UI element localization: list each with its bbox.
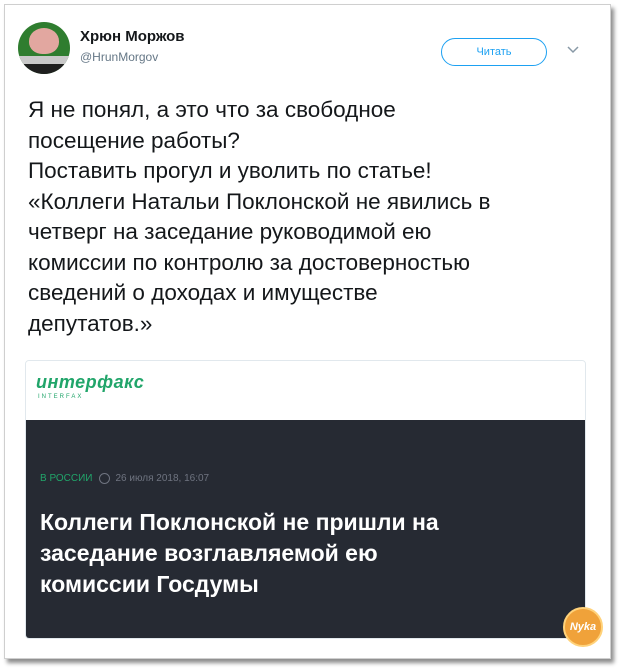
follow-button[interactable]: Читать (441, 38, 547, 66)
avatar-body (24, 64, 64, 74)
tweet-text-line: четверг на заседание руководимой ею (28, 219, 432, 244)
avatar-pig-head (29, 28, 59, 54)
card-headline-line: комиссии Госдумы (40, 571, 259, 597)
card-category: В РОССИИ (40, 473, 93, 484)
author-handle[interactable]: @HrunMorgov (80, 50, 158, 64)
author-name[interactable]: Хрюн Моржов (80, 28, 184, 45)
card-headline-line: заседание возглавляемой ею (40, 540, 378, 566)
watermark-logo: Nyka (563, 607, 603, 647)
card-logo-area: интерфакс INTERFAX (26, 361, 585, 420)
tweet-text: Я не понял, а это что за свободное посещ… (28, 95, 588, 339)
tweet-text-line: посещение работы? (28, 127, 240, 153)
card-meta: В РОССИИ 26 июля 2018, 16:07 (40, 473, 209, 484)
tweet-text-line: депутатов.» (28, 310, 153, 336)
clock-icon (98, 473, 110, 484)
avatar[interactable] (18, 22, 70, 74)
tweet-text-line: комиссии по контролю за достоверностью (28, 249, 470, 275)
card-date: 26 июля 2018, 16:07 (115, 473, 210, 484)
link-card[interactable]: интерфакс INTERFAX В РОССИИ 26 июля 2018… (25, 360, 586, 639)
chevron-down-icon[interactable] (565, 43, 581, 57)
card-headline[interactable]: Коллеги Поклонской не пришли на заседани… (40, 507, 570, 600)
interfax-logo-sub: INTERFAX (38, 394, 84, 400)
tweet-text-line: Я не понял, а это что за свободное (28, 97, 396, 122)
card-headline-line: Коллеги Поклонской не пришли на (40, 509, 439, 535)
tweet-text-line: сведений о доходах и имуществе (28, 280, 378, 305)
tweet-text-line: Поставить прогул и уволить по статье! (28, 158, 432, 183)
tweet-text-line: «Коллеги Натальи Поклонской не явились в (28, 188, 491, 214)
interfax-logo: интерфакс (36, 372, 145, 392)
card-news-panel: В РОССИИ 26 июля 2018, 16:07 Коллеги Пок… (26, 420, 585, 638)
